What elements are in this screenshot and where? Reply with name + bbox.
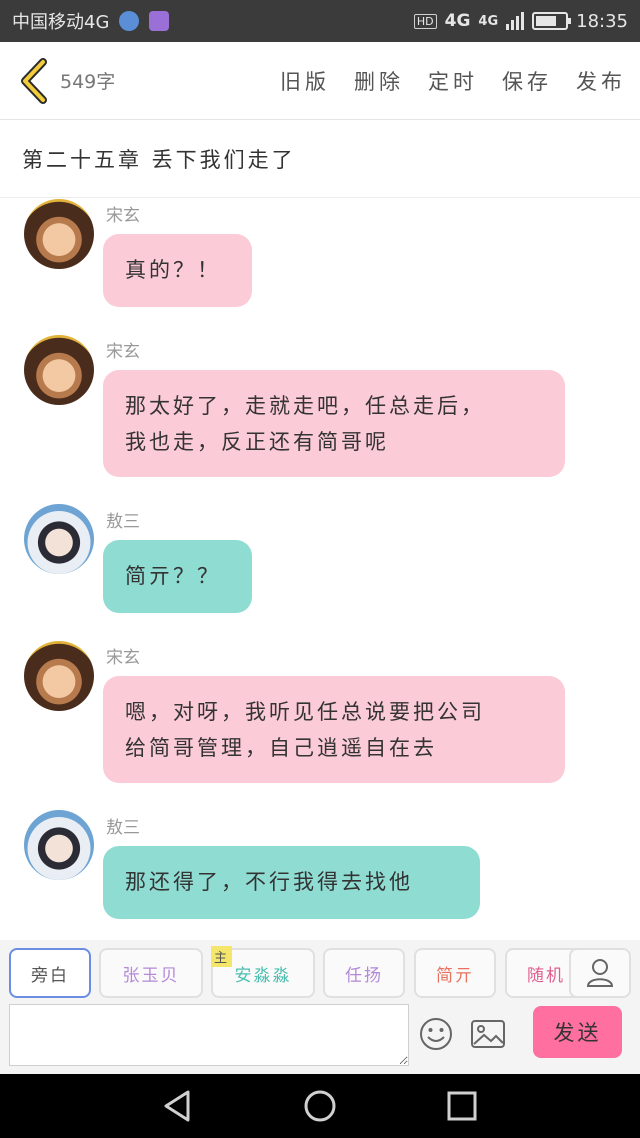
avatar[interactable] — [24, 504, 94, 574]
back-button[interactable] — [14, 56, 54, 106]
speaker-name: 敖三 — [106, 818, 140, 838]
save-button[interactable]: 保存 — [502, 66, 552, 96]
character-chip-narration[interactable]: 旁白 — [9, 948, 91, 998]
character-label: 安淼淼 — [234, 965, 292, 986]
character-chip[interactable]: 张玉贝 — [99, 948, 203, 998]
signal-icon — [506, 12, 525, 30]
speaker-name: 宋玄 — [106, 206, 140, 226]
character-manage-button[interactable] — [569, 948, 631, 998]
avatar[interactable] — [24, 335, 94, 405]
network-type-2: 4G — [478, 13, 499, 29]
publish-button[interactable]: 发布 — [576, 66, 626, 96]
system-nav-bar — [0, 1074, 640, 1138]
message-bubble[interactable]: 嗯，对呀，我听见任总说要把公司 给简哥管理，自己逍遥自在去 — [103, 676, 565, 783]
send-button[interactable]: 发送 — [533, 1006, 622, 1058]
status-bar: 中国移动4G HD 4G 4G 18:35 — [0, 0, 640, 42]
message-text: 那太好了，走就走吧，任总走后， — [125, 394, 485, 418]
nav-recents-icon[interactable] — [442, 1086, 482, 1126]
message-text: 简亓？？ — [125, 564, 221, 588]
hd-icon: HD — [413, 13, 437, 29]
character-chip[interactable]: 任扬 — [323, 948, 405, 998]
speaker-name: 宋玄 — [106, 342, 140, 362]
speaker-name: 宋玄 — [106, 648, 140, 668]
character-label: 简亓 — [436, 965, 474, 986]
character-chip[interactable]: 简亓 — [414, 948, 496, 998]
old-version-button[interactable]: 旧版 — [280, 66, 330, 96]
avatar[interactable] — [24, 810, 94, 880]
message-text: 嗯，对呀，我听见任总说要把公司 — [125, 700, 485, 724]
message-bubble[interactable]: 简亓？？ — [103, 540, 252, 613]
avatar[interactable] — [24, 641, 94, 711]
composer: 发送 — [0, 1004, 640, 1074]
character-label: 任扬 — [345, 965, 383, 986]
user-icon — [586, 959, 614, 987]
message-text: 我也走，反正还有简哥呢 — [125, 430, 389, 454]
emoji-icon[interactable] — [418, 1016, 454, 1052]
avatar[interactable] — [24, 199, 94, 269]
character-label: 旁白 — [31, 965, 69, 986]
nav-back-icon[interactable] — [158, 1086, 198, 1126]
message-bubble[interactable]: 那还得了，不行我得去找他 — [103, 846, 480, 919]
battery-icon — [532, 12, 572, 30]
message-text: 真的？！ — [125, 258, 221, 282]
carrier-label: 中国移动4G — [12, 12, 110, 33]
word-count: 549字 — [60, 71, 116, 93]
message-text: 给简哥管理，自己逍遥自在去 — [125, 736, 437, 760]
speaker-name: 敖三 — [106, 512, 140, 532]
location-icon — [119, 11, 140, 31]
message-bubble[interactable]: 真的？！ — [103, 234, 252, 307]
editor-toolbar: 549字 旧版 删除 定时 保存 发布 — [0, 42, 640, 120]
chevron-left-icon — [21, 57, 47, 104]
chapter-title[interactable]: 第二十五章 丢下我们走了 — [0, 121, 640, 198]
character-label: 随机 — [527, 965, 565, 986]
network-type-1: 4G — [444, 11, 471, 31]
clock: 18:35 — [576, 10, 628, 32]
message-bubble[interactable]: 那太好了，走就走吧，任总走后， 我也走，反正还有简哥呢 — [103, 370, 565, 477]
character-label: 张玉贝 — [122, 965, 180, 986]
main-character-badge: 主 — [211, 946, 233, 967]
character-chip-main[interactable]: 主 安淼淼 — [211, 946, 315, 998]
schedule-button[interactable]: 定时 — [428, 66, 478, 96]
delete-button[interactable]: 删除 — [354, 66, 404, 96]
message-text: 那还得了，不行我得去找他 — [125, 870, 413, 894]
gallery-notification-icon — [149, 11, 170, 31]
message-input[interactable] — [9, 1004, 409, 1066]
image-icon[interactable] — [470, 1018, 506, 1050]
character-selector: 旁白 张玉贝 主 安淼淼 任扬 简亓 随机 — [0, 940, 640, 1004]
nav-home-icon[interactable] — [300, 1086, 340, 1126]
